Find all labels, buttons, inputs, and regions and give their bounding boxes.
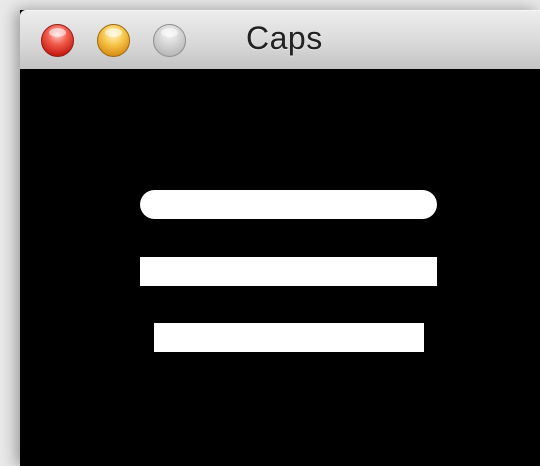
window-title: Caps [246, 20, 323, 56]
title-bar[interactable]: Caps [20, 10, 540, 70]
close-button[interactable] [41, 24, 74, 57]
butt-cap-line [154, 323, 424, 352]
minimize-button[interactable] [97, 24, 130, 57]
square-cap-line [140, 257, 437, 286]
app-window: Caps [20, 10, 540, 466]
zoom-button[interactable] [153, 24, 186, 57]
round-cap-line [140, 190, 437, 219]
canvas [20, 69, 540, 466]
